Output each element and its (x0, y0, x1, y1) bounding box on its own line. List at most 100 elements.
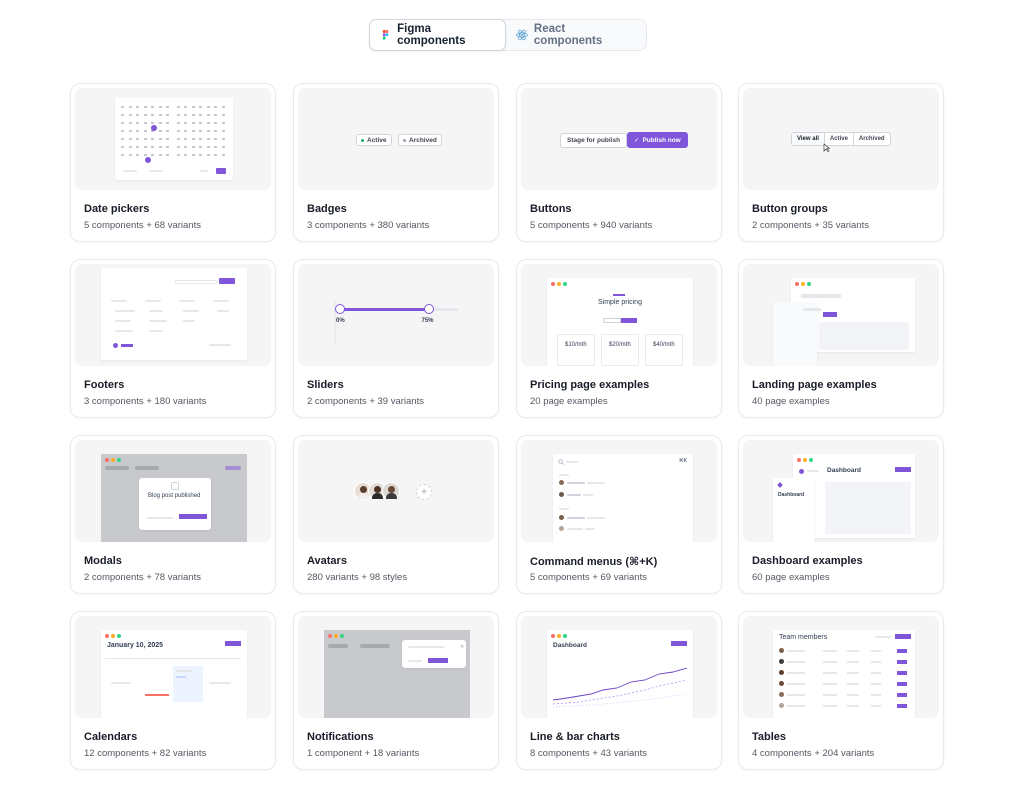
date-cell (176, 114, 180, 116)
card-title: Calendars (84, 731, 138, 743)
date-cell (206, 122, 210, 124)
group-item-archived: Archived (858, 136, 885, 142)
table-cell (847, 693, 859, 696)
date-cell (136, 146, 139, 148)
card-title: Dashboard examples (752, 555, 863, 567)
date-cell (143, 138, 147, 140)
price-1: $10/mth (565, 342, 587, 348)
avatar (779, 703, 784, 708)
date-cell (221, 130, 225, 132)
card-sliders[interactable]: 0% 75% Sliders 2 components + 39 variant… (293, 259, 499, 418)
table-cell (787, 671, 805, 674)
card-avatars[interactable]: + Avatars 280 variants + 98 styles (293, 435, 499, 594)
date-cell (121, 122, 124, 124)
card-badges[interactable]: Active Archived Badges 3 components + 38… (293, 83, 499, 242)
date-cell (121, 138, 124, 140)
date-cell (221, 154, 225, 156)
card-title: Tables (752, 731, 787, 743)
date-cell (151, 154, 154, 156)
card-buttons[interactable]: Stage for publish ✓ Publish now Buttons 5… (516, 83, 722, 242)
buttons-preview: Stage for publish ✓ Publish now (521, 88, 717, 190)
date-cell (136, 130, 139, 132)
card-calendars[interactable]: January 10, 2025 Calendars 12 components… (70, 611, 276, 770)
tables-preview: Team members (743, 616, 939, 718)
date-cell (151, 122, 154, 124)
date-cell (214, 138, 217, 140)
table-cell (823, 649, 837, 652)
date-cell (176, 130, 180, 132)
table-cell (847, 649, 859, 652)
price-3: $40/mth (653, 342, 675, 348)
date-cell (176, 122, 180, 124)
date-cell (214, 154, 217, 156)
date-cell (128, 138, 132, 140)
card-command-menus[interactable]: ⌘K Command menus (⌘+K) 5 components + 69… (516, 435, 722, 594)
date-cell (136, 114, 139, 116)
date-cell (128, 114, 132, 116)
primary-button-sample: ✓ Publish now (627, 132, 688, 148)
card-subtitle: 8 components + 43 variants (530, 748, 647, 759)
card-modals[interactable]: Blog post published Modals 2 components … (70, 435, 276, 594)
table-action (897, 670, 907, 675)
command-menu-preview: ⌘K (521, 440, 717, 542)
slider-handle-min (335, 304, 345, 314)
card-subtitle: 1 component + 18 variants (307, 748, 420, 759)
card-title: Avatars (307, 555, 347, 567)
card-title: Date pickers (84, 203, 150, 215)
table-cell (823, 693, 837, 696)
card-notifications[interactable]: ✕ Notifications 1 component + 18 variant… (293, 611, 499, 770)
date-cell (221, 146, 225, 148)
table-cell (823, 682, 837, 685)
date-cell (136, 154, 139, 156)
date-cell (143, 114, 147, 116)
slider-handle-max (423, 304, 434, 314)
date-cell (143, 154, 147, 156)
card-date-pickers[interactable]: Date pickers 5 components + 68 variants (70, 83, 276, 242)
table-cell (871, 693, 881, 696)
badge-active: Active (356, 134, 392, 146)
window-dots (551, 282, 567, 286)
card-line-bar-charts[interactable]: Dashboard Line & bar charts 8 components… (516, 611, 722, 770)
avatar (779, 670, 784, 675)
card-pricing-page-examples[interactable]: Simple pricing $10/mth $20/mth $40/mth P… (516, 259, 722, 418)
card-tables[interactable]: Team members Tables 4 components + 204 v… (738, 611, 944, 770)
card-title: Notifications (307, 731, 374, 743)
secondary-button-sample: Stage for publish (560, 133, 628, 148)
tab-figma-components[interactable]: Figma components (369, 19, 506, 51)
tab-react-components[interactable]: React components (506, 20, 646, 50)
modals-preview: Blog post published (75, 440, 271, 542)
date-cell (136, 122, 139, 124)
table-cell (847, 660, 859, 663)
dashboard-preview: Dashboard Dashboard (743, 440, 939, 542)
card-title: Sliders (307, 379, 344, 391)
date-cell (214, 146, 217, 148)
date-cell (121, 154, 124, 156)
date-cell (166, 154, 169, 156)
avatar (779, 659, 784, 664)
card-title: Line & bar charts (530, 731, 620, 743)
date-cell (214, 106, 217, 108)
date-cell (191, 146, 195, 148)
card-button-groups[interactable]: View all Active Archived Button groups 2… (738, 83, 944, 242)
card-subtitle: 2 components + 35 variants (752, 220, 869, 231)
date-cell (221, 114, 225, 116)
chart-heading: Dashboard (553, 642, 587, 649)
table-cell (847, 704, 859, 707)
card-subtitle: 280 variants + 98 styles (307, 572, 408, 583)
date-cell (166, 106, 169, 108)
avatar (779, 681, 784, 686)
table-cell (787, 649, 805, 652)
card-dashboard-examples[interactable]: Dashboard Dashboard Dashboard examples 6… (738, 435, 944, 594)
calendar-heading: January 10, 2025 (107, 642, 164, 649)
table-cell (787, 704, 805, 707)
date-cell (151, 146, 154, 148)
badges-preview: Active Archived (298, 88, 494, 190)
card-footers[interactable]: Footers 3 components + 180 variants (70, 259, 276, 418)
cursor-icon (823, 143, 830, 152)
card-subtitle: 5 components + 68 variants (84, 220, 201, 231)
date-cell (221, 106, 225, 108)
window-dots (328, 634, 344, 638)
window-dots (795, 282, 811, 286)
date-cell (158, 146, 162, 148)
card-landing-page-examples[interactable]: Landing page examples 40 page examples (738, 259, 944, 418)
